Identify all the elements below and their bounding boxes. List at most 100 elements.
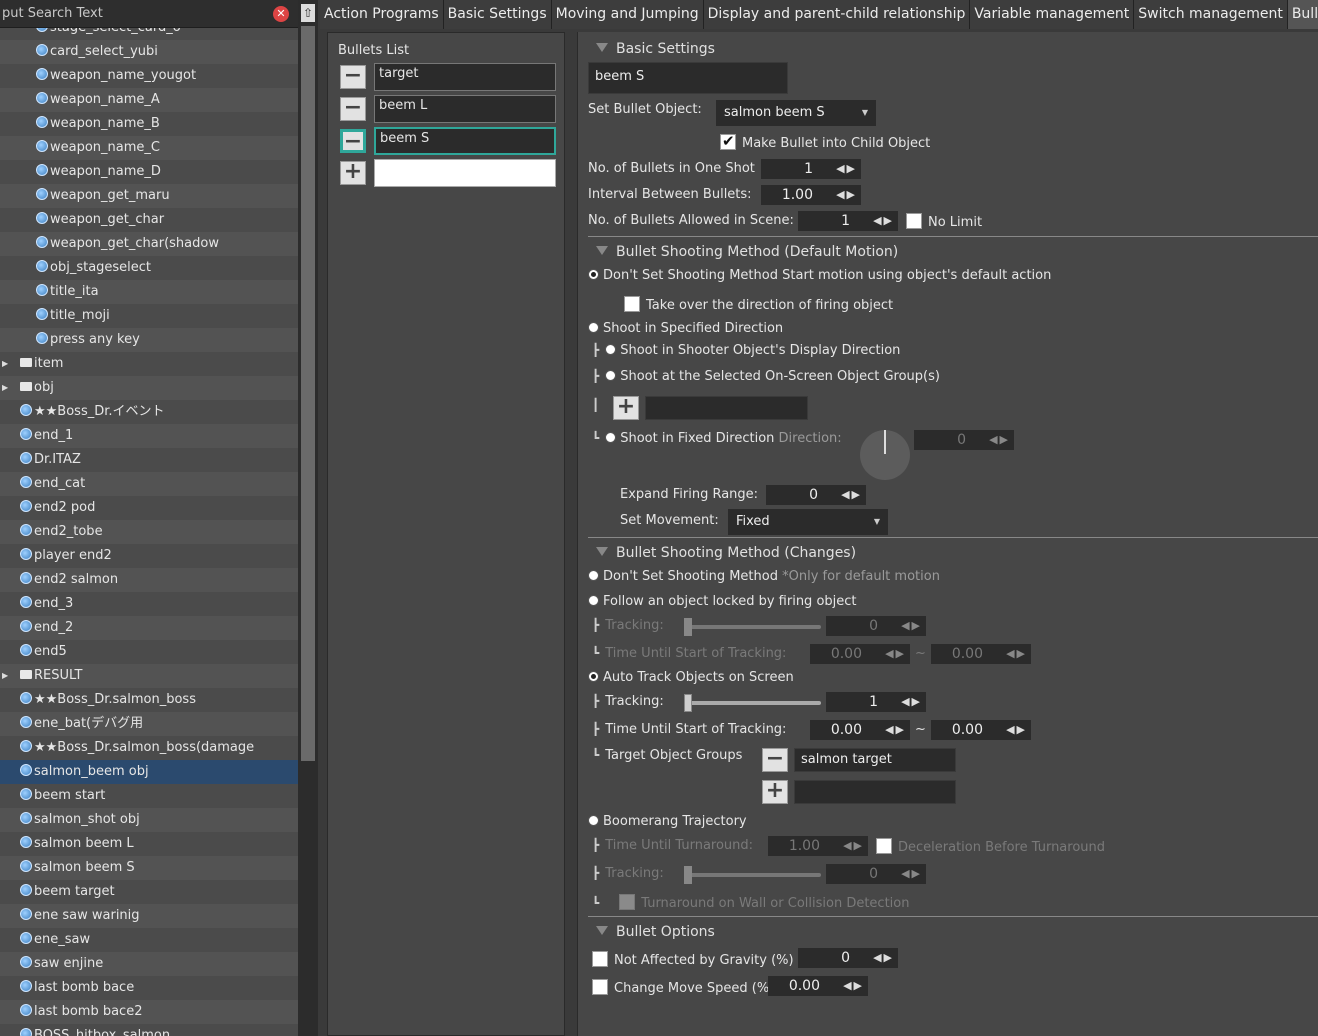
move-speed-option[interactable]: Change Move Speed (%) — [592, 979, 774, 996]
slider-knob[interactable] — [684, 866, 692, 884]
gravity-checkbox[interactable] — [592, 951, 608, 967]
changes-none-option[interactable]: Don't Set Shooting Method *Only for defa… — [588, 569, 940, 584]
tree-item[interactable]: end_1 — [0, 424, 298, 448]
target-group-field[interactable]: salmon target — [794, 748, 956, 772]
follow-time-a-stepper[interactable]: 0.00 ◀▶ — [810, 644, 910, 664]
display-direction-radio[interactable] — [605, 344, 617, 355]
follow-tracking-slider[interactable] — [684, 618, 821, 636]
stepper-arrows-icon[interactable]: ◀▶ — [901, 864, 922, 884]
bullet-name-field[interactable]: target — [374, 63, 556, 91]
tab-switch-management[interactable]: Switch management — [1134, 0, 1288, 29]
tab-bullet-settings[interactable]: Bullet Settings — [1287, 0, 1318, 29]
tree-item[interactable]: end_2 — [0, 616, 298, 640]
section-changes[interactable]: Bullet Shooting Method (Changes) — [596, 545, 856, 561]
no-limit-checkbox[interactable] — [906, 213, 922, 229]
display-direction-option[interactable]: ┣ Shoot in Shooter Object's Display Direc… — [592, 343, 900, 358]
stepper-arrows-icon[interactable]: ◀▶ — [873, 948, 894, 968]
expand-arrow-icon[interactable]: ▶ — [2, 664, 8, 688]
section-bullet-options[interactable]: Bullet Options — [596, 924, 715, 940]
stepper-arrows-icon[interactable]: ◀▶ — [901, 692, 922, 712]
tree-item[interactable]: last bomb bace2 — [0, 1000, 298, 1024]
stepper-arrows-icon[interactable]: ◀▶ — [885, 644, 906, 664]
stepper-arrows-icon[interactable]: ◀▶ — [989, 430, 1010, 450]
tree-item[interactable]: obj_stageselect — [0, 256, 298, 280]
tree-item[interactable]: weapon_name_D — [0, 160, 298, 184]
bullet-item[interactable]: − target — [338, 63, 556, 91]
tree-item[interactable]: weapon_get_maru — [0, 184, 298, 208]
bullet-name-field[interactable]: beem S — [374, 127, 556, 155]
tree-item[interactable]: title_ita — [0, 280, 298, 304]
specified-direction-option[interactable]: Shoot in Specified Direction — [588, 321, 783, 336]
stepper-arrows-icon[interactable]: ◀▶ — [836, 159, 857, 179]
auto-tracking-slider[interactable] — [684, 694, 821, 712]
bullets-per-shot-stepper[interactable]: 1 ◀▶ — [761, 159, 861, 179]
stepper-arrows-icon[interactable]: ◀▶ — [836, 185, 857, 205]
tree-item[interactable]: ene_saw — [0, 928, 298, 952]
auto-track-radio[interactable] — [588, 671, 599, 682]
boomerang-tracking-slider[interactable] — [684, 866, 821, 884]
tree-scrollbar[interactable]: ⇧ — [298, 0, 318, 1036]
stepper-arrows-icon[interactable]: ◀▶ — [885, 720, 906, 740]
deceleration-checkbox[interactable] — [876, 838, 892, 854]
new-target-group-field[interactable] — [794, 780, 956, 804]
take-over-checkbox[interactable] — [624, 296, 640, 312]
stepper-arrows-icon[interactable]: ◀▶ — [1006, 720, 1027, 740]
tree-item[interactable]: Dr.ITAZ — [0, 448, 298, 472]
tree-item[interactable]: end_cat — [0, 472, 298, 496]
deceleration-option[interactable]: Deceleration Before Turnaround — [876, 838, 1105, 855]
tree-item[interactable]: weapon_name_yougot — [0, 64, 298, 88]
turnaround-stepper[interactable]: 1.00 ◀▶ — [768, 836, 868, 856]
remove-bullet-button[interactable]: − — [340, 97, 366, 121]
tree-item[interactable]: salmon beem S — [0, 856, 298, 880]
stepper-arrows-icon[interactable]: ◀▶ — [901, 616, 922, 636]
tree-item[interactable]: ★★Boss_Dr.salmon_boss(damage — [0, 736, 298, 760]
section-default-motion[interactable]: Bullet Shooting Method (Default Motion) — [596, 244, 898, 260]
default-none-option[interactable]: Don't Set Shooting Method Start motion u… — [588, 268, 1051, 283]
expand-range-stepper[interactable]: 0 ◀▶ — [766, 485, 866, 505]
move-speed-checkbox[interactable] — [592, 979, 608, 995]
direction-dial[interactable] — [860, 430, 910, 480]
tree-item[interactable]: end2 pod — [0, 496, 298, 520]
tree-item[interactable]: weapon_name_B — [0, 112, 298, 136]
remove-bullet-button[interactable]: − — [340, 129, 366, 153]
tree-item[interactable]: beem start — [0, 784, 298, 808]
stepper-arrows-icon[interactable]: ◀▶ — [873, 211, 894, 231]
slider-knob[interactable] — [684, 618, 692, 636]
bullet-item-selected[interactable]: − beem S — [338, 127, 556, 155]
search-input[interactable]: put Search Text — [2, 6, 103, 21]
tree-item[interactable]: BOSS_hitbox_salmon — [0, 1024, 298, 1036]
movement-select[interactable]: Fixed ▼ — [728, 509, 888, 535]
stepper-arrows-icon[interactable]: ◀▶ — [843, 976, 864, 996]
tree-item[interactable]: weapon_name_C — [0, 136, 298, 160]
remove-group-button[interactable]: − — [762, 748, 788, 772]
search-bar[interactable]: put Search Text ✕ — [0, 0, 298, 28]
group-input[interactable] — [645, 396, 808, 420]
tree-item[interactable]: saw enjine — [0, 952, 298, 976]
tree-item[interactable]: weapon_get_char(shadow — [0, 232, 298, 256]
specified-direction-radio[interactable] — [588, 322, 599, 333]
tree-item[interactable]: end2 salmon — [0, 568, 298, 592]
tree-item[interactable]: weapon_name_A — [0, 88, 298, 112]
scroll-up-icon[interactable]: ⇧ — [301, 4, 315, 22]
interval-stepper[interactable]: 1.00 ◀▶ — [761, 185, 861, 205]
tree-item[interactable]: ★★Boss_Dr.イベント — [0, 400, 298, 424]
tab-display-and-parent-child-relationship[interactable]: Display and parent-child relationship — [703, 0, 971, 29]
bullet-object-select[interactable]: salmon beem S ▼ — [716, 100, 876, 126]
direction-stepper[interactable]: 0 ◀▶ — [914, 430, 1014, 450]
object-group-option[interactable]: ┣ Shoot at the Selected On-Screen Object … — [592, 369, 940, 384]
follow-radio[interactable] — [588, 595, 599, 606]
follow-time-b-stepper[interactable]: 0.00 ◀▶ — [931, 644, 1031, 664]
tree-item[interactable]: weapon_get_char — [0, 208, 298, 232]
object-group-radio[interactable] — [605, 370, 617, 381]
tree-item[interactable]: ★★Boss_Dr.salmon_boss — [0, 688, 298, 712]
bullet-name-input[interactable]: beem S — [588, 62, 788, 94]
fixed-direction-radio[interactable] — [605, 432, 617, 443]
stepper-arrows-icon[interactable]: ◀▶ — [843, 836, 864, 856]
follow-tracking-stepper[interactable]: 0 ◀▶ — [826, 616, 926, 636]
tab-action-programs[interactable]: Action Programs — [320, 0, 444, 29]
fixed-direction-option[interactable]: ┗ Shoot in Fixed Direction Direction: — [592, 431, 842, 446]
add-group-button[interactable]: + — [613, 396, 639, 420]
add-target-group-button[interactable]: + — [762, 780, 788, 804]
clear-search-icon[interactable]: ✕ — [273, 6, 289, 22]
tree-item[interactable]: salmon beem L — [0, 832, 298, 856]
